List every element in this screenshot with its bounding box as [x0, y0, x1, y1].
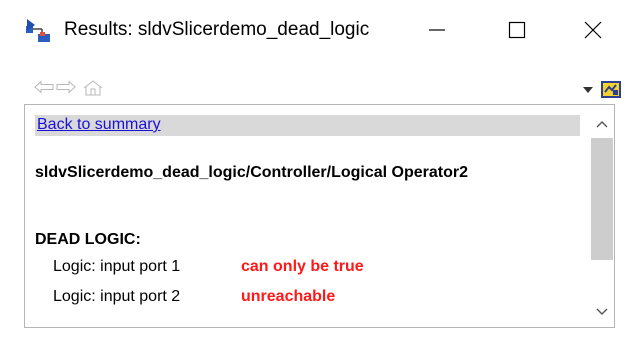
scroll-up-button[interactable]: [593, 115, 611, 133]
back-arrow-icon[interactable]: [34, 80, 54, 94]
close-button[interactable]: [570, 12, 616, 48]
forward-arrow-icon[interactable]: [56, 80, 76, 94]
close-icon: [584, 21, 602, 39]
title-bar[interactable]: Results: sldvSlicerdemo_dead_logic: [0, 0, 638, 60]
highlight-model-icon[interactable]: [600, 79, 622, 99]
chevron-up-icon: [596, 121, 608, 128]
results-window: Results: sldvSlicerdemo_dead_logic Back …: [0, 0, 638, 349]
vertical-scrollbar[interactable]: [589, 105, 614, 327]
logic-port-label: Logic: input port 2: [53, 288, 181, 305]
maximize-icon: [508, 21, 526, 39]
logic-port-label: Logic: input port 1: [53, 258, 181, 275]
dead-logic-heading: DEAD LOGIC:: [35, 231, 141, 248]
scroll-thumb[interactable]: [591, 138, 613, 260]
dropdown-arrow-icon[interactable]: [582, 86, 594, 94]
report-pane: Back to summary sldvSlicerdemo_dead_logi…: [24, 104, 615, 328]
chevron-down-icon: [596, 308, 608, 315]
simulink-arrow-icon: [26, 19, 50, 42]
home-icon[interactable]: [82, 80, 104, 96]
maximize-button[interactable]: [494, 12, 540, 48]
minimize-button[interactable]: [414, 12, 460, 48]
logic-status: unreachable: [241, 288, 336, 305]
block-path-heading: sldvSlicerdemo_dead_logic/Controller/Log…: [35, 164, 469, 181]
minimize-icon: [429, 29, 445, 31]
back-to-summary-link[interactable]: Back to summary: [37, 116, 161, 134]
window-title: Results: sldvSlicerdemo_dead_logic: [64, 19, 370, 40]
logic-status: can only be true: [241, 258, 364, 275]
scroll-down-button[interactable]: [593, 303, 611, 321]
back-link-bar: Back to summary: [35, 115, 580, 136]
